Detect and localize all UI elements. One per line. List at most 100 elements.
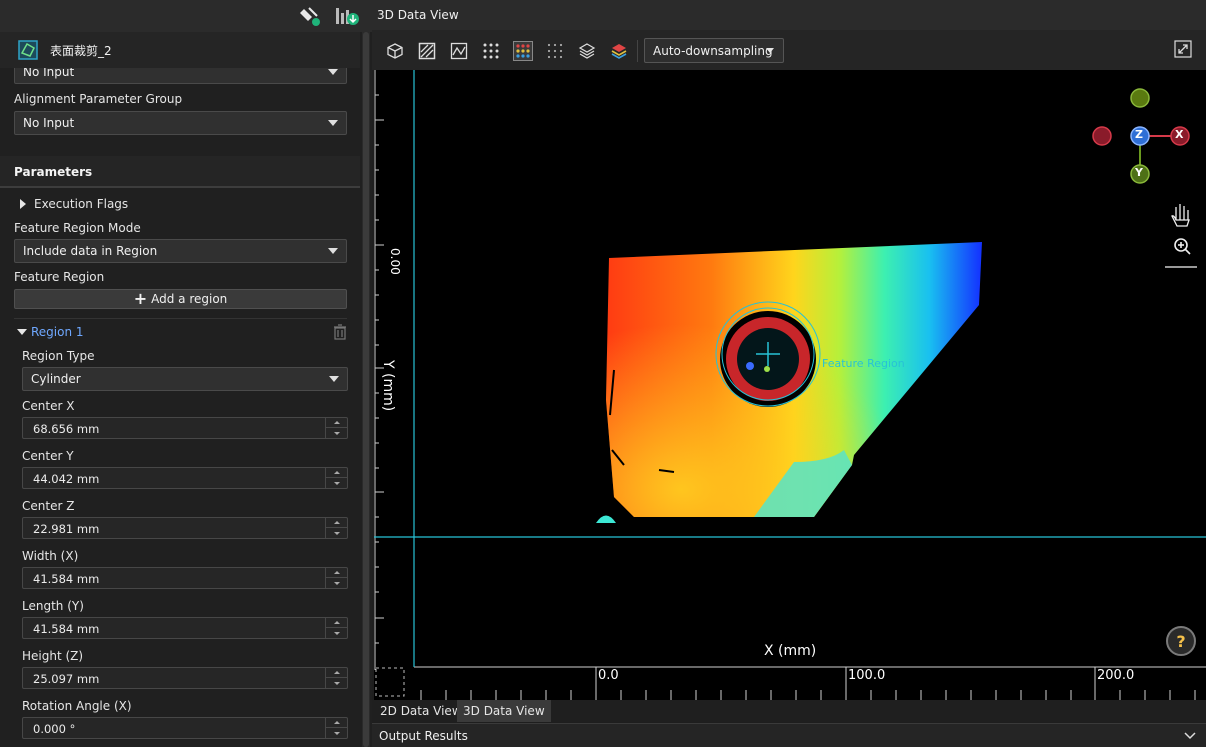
center-z-label: Center Z [22,499,75,513]
height-z-value: 25.097 mm [33,672,100,686]
feature-region-label: Feature Region [14,270,105,284]
export-chart-icon[interactable] [334,4,360,28]
execution-flags-row[interactable]: Execution Flags [14,196,314,214]
width-x-value: 41.584 mm [33,572,100,586]
chevron-down-icon [17,329,27,335]
y-axis-label: Y (mm) [380,360,396,412]
decrement-button[interactable] [326,428,347,438]
profile-view-icon[interactable] [448,40,470,62]
region-name: Region 1 [31,325,84,339]
downsampling-value: Auto-downsampling [653,43,773,58]
sparse-points-icon[interactable] [544,40,566,62]
increment-button[interactable] [326,468,347,478]
center-x-value: 68.656 mm [33,422,100,436]
color-layers-icon[interactable] [608,40,630,62]
cube-view-icon[interactable] [384,40,406,62]
ruler-corner [375,667,405,697]
increment-button[interactable] [326,668,347,678]
feature-region-mode-value: Include data in Region [23,244,158,258]
increment-button[interactable] [326,418,347,428]
alignment-value: No Input [23,116,75,130]
height-z-label: Height (Z) [22,649,84,663]
increment-button[interactable] [326,618,347,628]
decrement-button[interactable] [326,578,347,588]
decrement-button[interactable] [326,728,347,738]
debug-run-icon[interactable] [297,4,323,28]
layers-icon[interactable] [576,40,598,62]
region-1-header[interactable]: Region 1 [14,324,347,342]
width-x-input[interactable]: 41.584 mm [22,567,348,589]
region-type-combo[interactable]: Cylinder [22,367,348,391]
trash-icon[interactable] [333,324,347,340]
height-z-input[interactable]: 25.097 mm [22,667,348,689]
point-cloud [596,242,982,523]
region-type-label: Region Type [22,349,95,363]
width-x-label: Width (X) [22,549,79,563]
feature-region-mode-combo[interactable]: Include data in Region [14,239,347,263]
3d-viewport[interactable]: Z X Y Feature Region Y (mm) 0.00 X (mm) … [374,70,1206,700]
chevron-down-icon[interactable] [1184,730,1196,740]
length-y-value: 41.584 mm [33,622,100,636]
downsampling-dropdown[interactable]: Auto-downsampling [644,38,784,63]
surface-crop-icon [18,40,38,60]
data-view-titlebar: 3D Data View [372,0,1206,30]
y-tick-label: 0.00 [388,248,402,275]
x-tick-label: 200.0 [1097,668,1135,683]
help-button[interactable]: ? [1166,626,1196,656]
center-y-value: 44.042 mm [33,472,100,486]
parameters-title: Parameters [14,165,93,179]
decrement-button[interactable] [326,628,347,638]
center-x-input[interactable]: 68.656 mm [22,417,348,439]
increment-button[interactable] [326,718,347,728]
increment-button[interactable] [326,568,347,578]
fullscreen-icon[interactable] [1174,40,1194,60]
tab-3d-data-view[interactable]: 3D Data View [457,700,551,722]
data-view-title: 3D Data View [377,8,459,22]
gizmo-y-label: Y [1135,166,1143,179]
tab-3d-label: 3D Data View [463,704,545,718]
texture-view-icon[interactable] [416,40,438,62]
x-tick-label: 0.0 [598,668,619,683]
point-cloud-input-value: No Input [23,68,75,79]
output-results-bar[interactable]: Output Results [372,723,1206,747]
tab-2d-data-view[interactable]: 2D Data View [374,700,468,722]
center-z-value: 22.981 mm [33,522,100,536]
length-y-label: Length (Y) [22,599,84,613]
step-title-row: 表面裁剪_2 [0,32,360,68]
point-cloud-icon[interactable] [480,40,502,62]
question-icon: ? [1176,631,1186,651]
x-axis-label: X (mm) [764,643,817,659]
view-tabbar: 2D Data View 3D Data View [372,700,1206,722]
color-points-icon[interactable] [512,40,534,62]
chevron-down-icon [766,48,774,53]
plus-icon: + [133,289,148,308]
chevron-down-icon [328,69,338,75]
toolbar-separator [637,40,638,62]
parameters-header: Parameters [0,156,360,188]
scrollbar-thumb[interactable] [363,32,369,747]
point-cloud-input-combo[interactable]: No Input [14,68,347,84]
step-parameters-panel: 表面裁剪_2 No Input Alignment Parameter Grou… [0,0,372,747]
decrement-button[interactable] [326,528,347,538]
tab-2d-label: 2D Data View [380,704,462,718]
increment-button[interactable] [326,518,347,528]
center-y-label: Center Y [22,449,74,463]
point-cloud-canvas[interactable] [374,70,1206,700]
gizmo-neg-x [1092,126,1112,146]
region-type-value: Cylinder [31,372,81,386]
gizmo-x-label: X [1175,128,1184,141]
center-z-input[interactable]: 22.981 mm [22,517,348,539]
length-y-input[interactable]: 41.584 mm [22,617,348,639]
left-toolbar [0,0,372,32]
decrement-button[interactable] [326,478,347,488]
feature-region-label: Feature Region [822,357,905,370]
divider [14,318,347,319]
add-region-button[interactable]: + Add a region [14,289,347,309]
alignment-label: Alignment Parameter Group [14,92,183,106]
rotation-angle-input[interactable]: 0.000 ° [22,717,348,739]
alignment-combo[interactable]: No Input [14,111,347,135]
left-scrollbar[interactable] [362,32,370,747]
decrement-button[interactable] [326,678,347,688]
center-x-label: Center X [22,399,75,413]
center-y-input[interactable]: 44.042 mm [22,467,348,489]
